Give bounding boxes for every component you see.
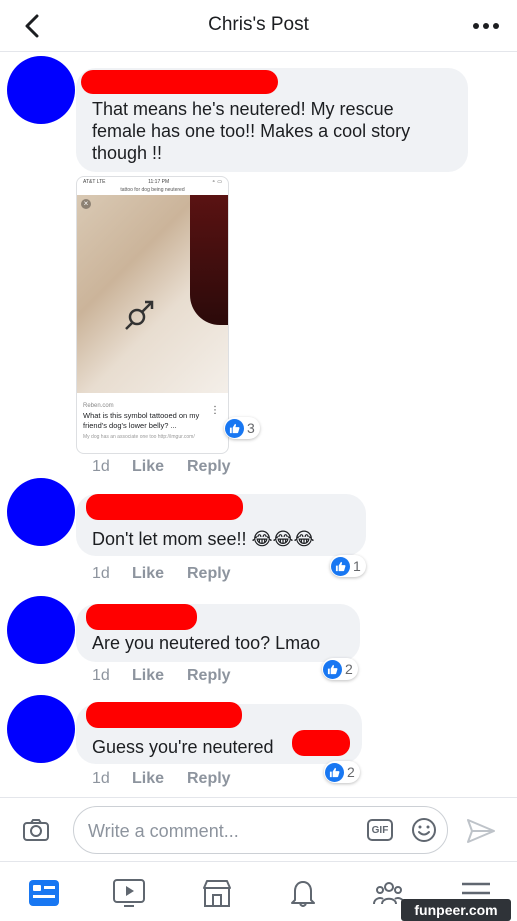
like-button[interactable]: Like	[132, 458, 164, 476]
image-attachment[interactable]: AT&T LTE 11:17 PM ⚬ ▭ tattoo for dog bei…	[76, 176, 229, 454]
comment-time: 1d	[92, 667, 110, 684]
send-button[interactable]	[466, 818, 496, 849]
reply-button[interactable]: Reply	[187, 770, 231, 788]
comment-time: 1d	[92, 565, 110, 582]
news-feed-icon	[29, 880, 59, 906]
avatar[interactable]	[7, 56, 75, 124]
watermark: funpeer.com	[401, 899, 511, 921]
screenshot-status-bar: AT&T LTE 11:17 PM ⚬ ▭	[83, 179, 222, 185]
comment-composer: GIF	[0, 797, 517, 861]
reaction-count[interactable]: 2	[324, 761, 360, 783]
comment-time: 1d	[92, 770, 110, 787]
dot-icon	[483, 23, 489, 29]
thumbs-up-icon	[323, 659, 342, 679]
gif-button[interactable]: GIF	[367, 819, 393, 841]
comment-input[interactable]	[88, 819, 348, 843]
redacted-name	[86, 702, 242, 728]
like-button[interactable]: Like	[132, 667, 164, 685]
bell-icon	[291, 881, 315, 907]
comment-text: Don't let mom see!! 😂😂😂	[92, 529, 315, 549]
watch-icon	[113, 879, 145, 907]
comment-input-box[interactable]: GIF	[73, 806, 448, 854]
avatar[interactable]	[7, 695, 75, 763]
tab-notifications[interactable]	[285, 876, 321, 910]
kebab-icon[interactable]: ⋮	[210, 405, 220, 416]
reaction-count[interactable]: 1	[330, 555, 366, 577]
post-header: Chris's Post	[0, 0, 517, 52]
smiley-icon	[412, 818, 436, 842]
link-preview: Reben.com What is this symbol tattooed o…	[83, 403, 200, 440]
dot-icon	[493, 23, 499, 29]
reply-button[interactable]: Reply	[187, 565, 231, 583]
thumbs-up-icon	[331, 556, 350, 576]
dot-icon	[473, 23, 479, 29]
send-icon	[467, 819, 495, 843]
reply-button[interactable]: Reply	[187, 667, 231, 685]
reaction-count[interactable]: 2	[322, 658, 358, 680]
comment-text: Guess you're neutered	[92, 737, 274, 757]
camera-icon	[23, 819, 49, 841]
camera-button[interactable]	[22, 818, 50, 847]
more-options-button[interactable]	[469, 14, 503, 38]
page-title: Chris's Post	[208, 14, 309, 35]
reaction-count[interactable]: 3	[224, 417, 260, 439]
avatar[interactable]	[7, 478, 75, 546]
comment-text: Are you neutered too? Lmao	[92, 633, 321, 653]
tattoo-symbol-icon	[125, 300, 154, 330]
dog-tattoo-photo: ×	[77, 195, 228, 393]
avatar[interactable]	[7, 596, 75, 664]
redacted-name	[81, 70, 278, 94]
tab-watch[interactable]	[111, 876, 147, 910]
reply-button[interactable]: Reply	[187, 458, 231, 476]
thumbs-up-icon	[225, 418, 244, 438]
comment-time: 1d	[92, 458, 110, 475]
redacted-text	[292, 730, 350, 756]
tab-news-feed[interactable]	[26, 876, 62, 910]
redacted-name	[86, 604, 197, 630]
tab-marketplace[interactable]	[199, 876, 235, 910]
like-button[interactable]: Like	[132, 565, 164, 583]
like-button[interactable]: Like	[132, 770, 164, 788]
marketplace-icon	[203, 880, 231, 907]
close-icon: ×	[81, 199, 91, 209]
emoji-button[interactable]	[411, 817, 437, 848]
comment-text: That means he's neutered! My rescue fema…	[92, 99, 411, 163]
redacted-name	[86, 494, 243, 520]
thumbs-up-icon	[325, 762, 344, 782]
